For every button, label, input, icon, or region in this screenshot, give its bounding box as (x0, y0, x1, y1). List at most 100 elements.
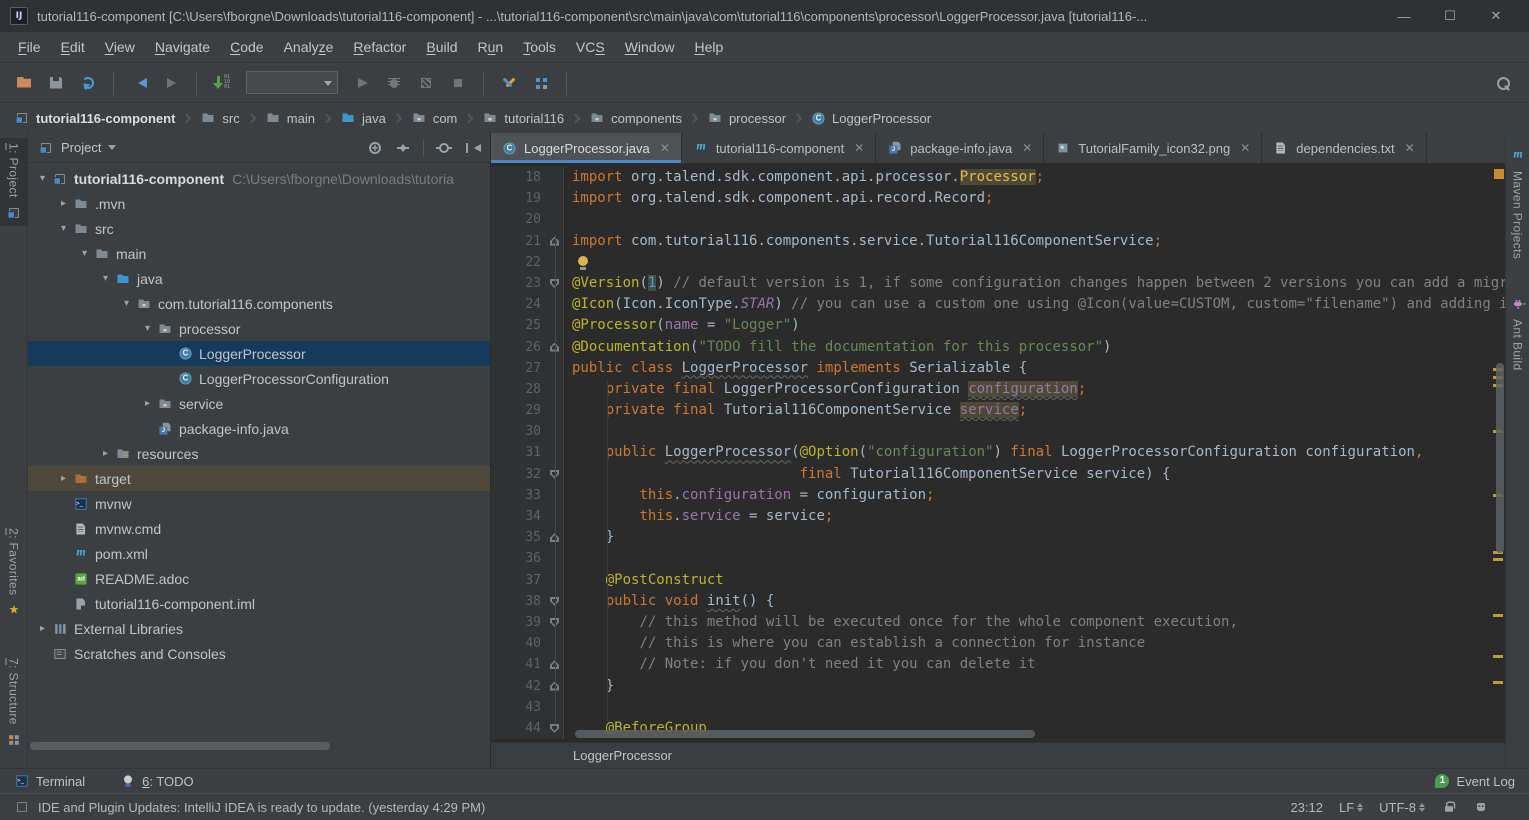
maximize-button[interactable]: ☐ (1427, 1, 1473, 31)
tree-row-java[interactable]: ▾java (28, 266, 490, 291)
toolwindow-switcher-icon[interactable] (16, 801, 29, 814)
tab-close-icon[interactable]: ✕ (1405, 141, 1415, 155)
breadcrumb-components[interactable]: components (587, 110, 684, 126)
breadcrumb-main[interactable]: main (263, 110, 317, 126)
code-text[interactable]: import org.talend.sdk.component.api.reco… (564, 188, 1505, 209)
line-number[interactable]: 19 (491, 188, 564, 209)
line-number[interactable]: 38 (491, 591, 564, 612)
code-text[interactable]: import org.talend.sdk.component.api.proc… (564, 167, 1505, 188)
forward-button[interactable] (157, 69, 185, 97)
stripe-tab-structure[interactable]: 7: Structure (0, 653, 27, 753)
save-all-button[interactable] (42, 69, 70, 97)
stripe-tab-ant-build[interactable]: Ant Build (1506, 291, 1529, 376)
tree-row-readme-adoc[interactable]: README.adoc (28, 566, 490, 591)
code-text[interactable]: public class LoggerProcessor implements … (564, 358, 1505, 379)
tree-row-target[interactable]: ▸target (28, 466, 490, 491)
update-project-button[interactable]: 01 10 01 (208, 69, 236, 97)
debug-button[interactable] (380, 69, 408, 97)
code-text[interactable]: @Processor(name = "Logger") (564, 315, 1505, 336)
menu-help[interactable]: Help (685, 35, 734, 59)
back-button[interactable] (125, 69, 153, 97)
code-text[interactable]: } (564, 527, 1505, 548)
tree-row-external-libraries[interactable]: ▸External Libraries (28, 616, 490, 641)
code-text[interactable] (564, 209, 1505, 230)
code-text[interactable]: } (564, 676, 1505, 697)
tree-expand-icon[interactable]: ▾ (78, 248, 91, 259)
tree-row-tutorial116-component-iml[interactable]: tutorial116-component.iml (28, 591, 490, 616)
line-number[interactable]: 25 (491, 315, 564, 336)
line-number[interactable]: 27 (491, 358, 564, 379)
tree-expand-icon[interactable]: ▾ (57, 223, 70, 234)
tab-close-icon[interactable]: ✕ (660, 141, 670, 155)
code-text[interactable] (564, 697, 1505, 718)
tree-row-loggerprocessor[interactable]: LoggerProcessor (28, 341, 490, 366)
line-separator-selector[interactable]: LF (1339, 800, 1363, 815)
highlighting-level-icon[interactable] (1475, 801, 1488, 814)
code-text[interactable]: // Note: if you don't need it you can de… (564, 654, 1505, 675)
tree-row-src[interactable]: ▾src (28, 216, 490, 241)
tree-row-service[interactable]: ▸service (28, 391, 490, 416)
line-number[interactable]: 29 (491, 400, 564, 421)
breadcrumb-com[interactable]: com (409, 110, 460, 126)
locate-file-icon[interactable] (367, 140, 383, 156)
tree-row-mvnw[interactable]: mvnw (28, 491, 490, 516)
encoding-selector[interactable]: UTF-8 (1379, 800, 1425, 815)
error-stripe-mark[interactable] (1493, 558, 1503, 561)
editor-tab-tutorialfamily-icon32-png[interactable]: TutorialFamily_icon32.png✕ (1044, 133, 1262, 163)
line-number[interactable]: 35 (491, 527, 564, 548)
intention-bulb-icon[interactable] (578, 256, 588, 266)
status-message[interactable]: IDE and Plugin Updates: IntelliJ IDEA is… (38, 800, 485, 815)
hide-panel-icon[interactable] (464, 140, 480, 156)
menu-tools[interactable]: Tools (513, 35, 566, 59)
tree-expand-icon[interactable]: ▸ (99, 448, 112, 459)
line-number[interactable]: 43 (491, 697, 564, 718)
tab-close-icon[interactable]: ✕ (1022, 141, 1032, 155)
tree-row-pom-xml[interactable]: pom.xml (28, 541, 490, 566)
breadcrumb-tutorial116-component[interactable]: tutorial116-component (12, 110, 177, 126)
code-text[interactable]: // this method will be executed once for… (564, 612, 1505, 633)
tree-expand-icon[interactable]: ▾ (141, 323, 154, 334)
line-number[interactable]: 22 (491, 252, 564, 273)
menu-edit[interactable]: Edit (51, 35, 95, 59)
line-number[interactable]: 40 (491, 633, 564, 654)
tree-row-loggerprocessorconfiguration[interactable]: LoggerProcessorConfiguration (28, 366, 490, 391)
stripe-tab-maven-projects[interactable]: Maven Projects (1506, 143, 1529, 264)
tree-expand-icon[interactable]: ▾ (36, 173, 49, 184)
editor-vertical-scrollbar[interactable] (1496, 363, 1504, 553)
tree-row-com-tutorial116-components[interactable]: ▾com.tutorial116.components (28, 291, 490, 316)
tree-expand-icon[interactable]: ▸ (36, 623, 49, 634)
terminal-tab[interactable]: Terminal (14, 773, 85, 789)
tab-close-icon[interactable]: ✕ (854, 141, 864, 155)
error-stripe-mark[interactable] (1493, 614, 1503, 617)
code-text[interactable]: // this is where you can establish a con… (564, 633, 1505, 654)
line-number[interactable]: 26 (491, 337, 564, 358)
run-button[interactable] (348, 69, 376, 97)
project-view-dropdown-icon[interactable] (108, 145, 116, 154)
settings-button[interactable] (495, 69, 523, 97)
menu-analyze[interactable]: Analyze (274, 35, 344, 59)
code-text[interactable]: @Icon(Icon.IconType.STAR) // you can use… (564, 294, 1505, 315)
close-button[interactable]: ✕ (1473, 1, 1519, 31)
open-button[interactable] (10, 69, 38, 97)
line-number[interactable]: 30 (491, 421, 564, 442)
synchronize-button[interactable] (74, 69, 102, 97)
line-number[interactable]: 33 (491, 485, 564, 506)
breadcrumb-src[interactable]: src (198, 110, 241, 126)
project-structure-button[interactable] (527, 69, 555, 97)
tree-row-processor[interactable]: ▾processor (28, 316, 490, 341)
code-text[interactable]: this.service = service; (564, 506, 1505, 527)
stop-button[interactable] (444, 69, 472, 97)
breadcrumb-processor[interactable]: processor (705, 110, 788, 126)
line-number[interactable]: 18 (491, 167, 564, 188)
tree-expand-icon[interactable]: ▸ (57, 473, 70, 484)
project-panel-title[interactable]: Project (61, 140, 101, 155)
todo-tab[interactable]: 6: TODO (120, 773, 194, 789)
code-text[interactable]: this.configuration = configuration; (564, 485, 1505, 506)
line-number[interactable]: 39 (491, 612, 564, 633)
code-text[interactable]: @PostConstruct (564, 570, 1505, 591)
code-text[interactable]: final Tutorial116ComponentService servic… (564, 464, 1505, 485)
tree-row-package-info-java[interactable]: package-info.java (28, 416, 490, 441)
menu-file[interactable]: File (8, 35, 51, 59)
tree-expand-icon[interactable]: ▸ (141, 398, 154, 409)
menu-run[interactable]: Run (468, 35, 514, 59)
